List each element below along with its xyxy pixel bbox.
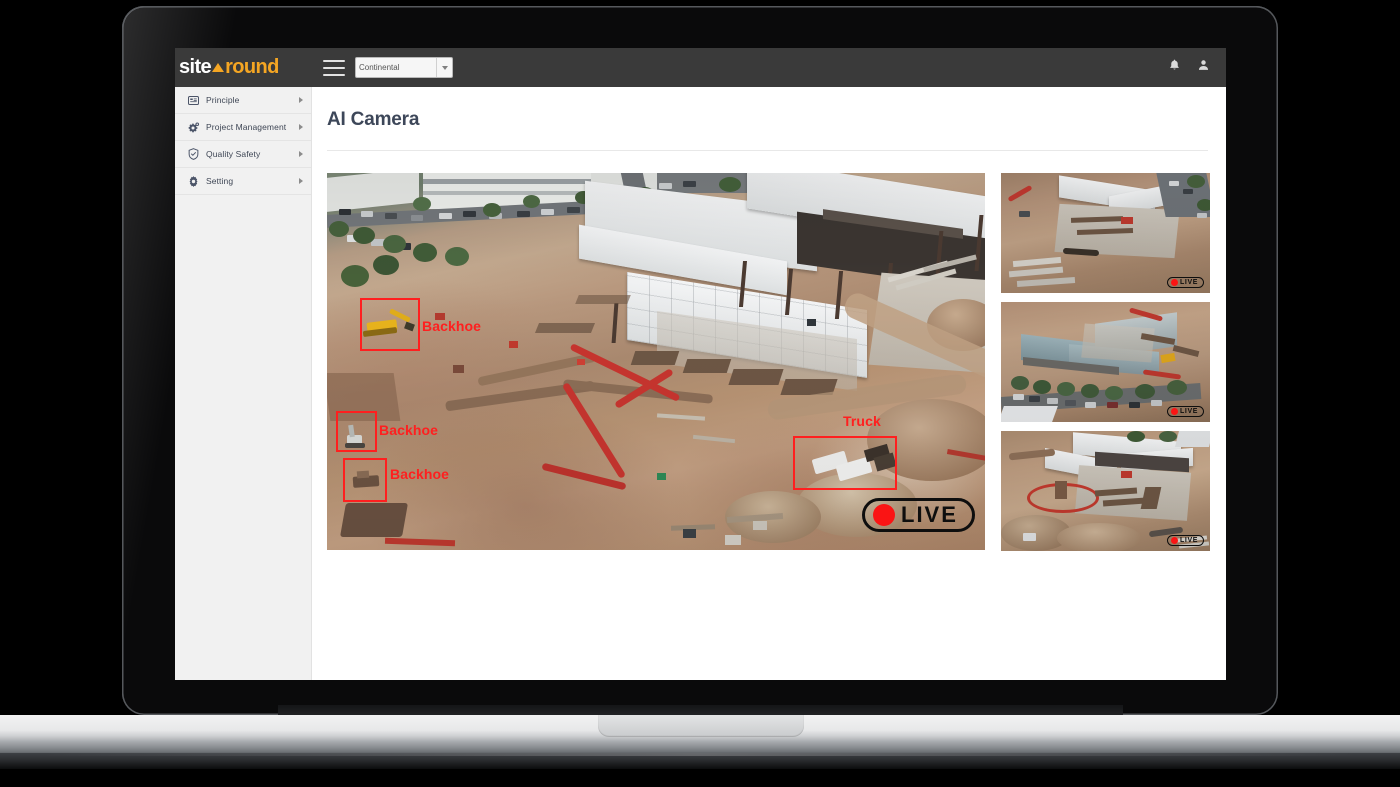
sidebar-item-label: Project Management bbox=[206, 122, 287, 132]
brand-name-second: round bbox=[225, 56, 279, 78]
laptop-mockup: site round Continental Principle Project… bbox=[0, 0, 1400, 787]
record-dot-icon bbox=[873, 504, 895, 526]
shield-check-icon bbox=[186, 148, 201, 160]
project-select[interactable]: Continental bbox=[355, 57, 453, 78]
live-label: LIVE bbox=[901, 502, 958, 527]
sidebar-item-quality-safety[interactable]: Quality Safety bbox=[175, 141, 311, 168]
brand-logo[interactable]: site round bbox=[175, 56, 315, 79]
chevron-right-icon bbox=[299, 124, 303, 130]
sidebar-item-setting[interactable]: Setting bbox=[175, 168, 311, 195]
gears-icon bbox=[186, 121, 201, 133]
select-divider bbox=[436, 58, 437, 77]
page-title: AI Camera bbox=[327, 109, 420, 130]
detection-label-backhoe-3: Backhoe bbox=[390, 466, 450, 482]
chevron-right-icon bbox=[299, 151, 303, 157]
live-badge: LIVE bbox=[1167, 535, 1204, 546]
sidebar-item-label: Setting bbox=[206, 176, 234, 186]
sidebar-item-label: Quality Safety bbox=[206, 149, 261, 159]
camera-thumbnail-3[interactable]: LIVE bbox=[1001, 431, 1210, 551]
detection-box-backhoe-1 bbox=[360, 298, 420, 351]
aerial-thumbnail-photo bbox=[1001, 431, 1210, 551]
user-avatar-icon[interactable] bbox=[1197, 58, 1210, 77]
live-label: LIVE bbox=[1180, 408, 1198, 415]
top-bar: site round Continental bbox=[175, 48, 1226, 87]
sidebar-item-principle[interactable]: Principle bbox=[175, 87, 311, 114]
hamburger-bar bbox=[323, 66, 345, 69]
main-camera-feed[interactable]: Backhoe Backhoe Backhoe Truck LIVE bbox=[327, 173, 985, 550]
detection-box-backhoe-2 bbox=[336, 411, 377, 452]
live-badge: LIVE bbox=[1167, 406, 1204, 417]
aerial-site-photo bbox=[327, 173, 985, 550]
detection-box-truck bbox=[793, 436, 897, 490]
hamburger-bar bbox=[323, 59, 345, 62]
live-label: LIVE bbox=[1180, 279, 1198, 286]
live-badge: LIVE bbox=[1167, 277, 1204, 288]
detection-box-backhoe-3 bbox=[343, 458, 387, 502]
laptop-screen: site round Continental Principle Project… bbox=[175, 48, 1226, 680]
camera-thumbnail-1[interactable]: LIVE bbox=[1001, 173, 1210, 293]
chevron-down-icon bbox=[442, 65, 448, 70]
camera-thumbnail-2[interactable]: LIVE bbox=[1001, 302, 1210, 422]
camera-grid: Backhoe Backhoe Backhoe Truck LIVE LIVE … bbox=[312, 151, 1226, 551]
id-badge-icon bbox=[186, 95, 201, 105]
laptop-base-notch bbox=[598, 715, 804, 737]
camera-thumbnail-list: LIVE LIVE LIVE bbox=[1001, 173, 1210, 551]
triangle-up-icon bbox=[212, 63, 225, 72]
chevron-right-icon bbox=[299, 178, 303, 184]
record-dot-icon bbox=[1171, 537, 1179, 544]
aerial-thumbnail-photo bbox=[1001, 302, 1210, 422]
record-dot-icon bbox=[1171, 408, 1179, 415]
project-select-value: Continental bbox=[359, 63, 400, 72]
record-dot-icon bbox=[1171, 279, 1179, 286]
live-badge: LIVE bbox=[862, 498, 975, 532]
sidebar-item-project-management[interactable]: Project Management bbox=[175, 114, 311, 141]
sidebar: Principle Project Management Quality Saf… bbox=[175, 87, 312, 680]
laptop-foot bbox=[0, 753, 1400, 769]
hamburger-menu-icon[interactable] bbox=[323, 59, 345, 76]
sidebar-item-label: Principle bbox=[206, 95, 240, 105]
detection-label-backhoe-2: Backhoe bbox=[379, 422, 439, 438]
gear-icon bbox=[186, 175, 201, 187]
hamburger-bar bbox=[323, 73, 345, 76]
detection-label-truck: Truck bbox=[843, 413, 881, 429]
top-bar-actions bbox=[1168, 58, 1226, 77]
main-content: AI Camera Backhoe Backhoe Backhoe Truck … bbox=[312, 87, 1226, 680]
chevron-right-icon bbox=[299, 97, 303, 103]
aerial-thumbnail-photo bbox=[1001, 173, 1210, 293]
brand-name-first: site bbox=[179, 56, 212, 78]
bell-icon[interactable] bbox=[1168, 58, 1181, 77]
live-label: LIVE bbox=[1180, 537, 1198, 544]
detection-label-backhoe-1: Backhoe bbox=[422, 318, 482, 334]
